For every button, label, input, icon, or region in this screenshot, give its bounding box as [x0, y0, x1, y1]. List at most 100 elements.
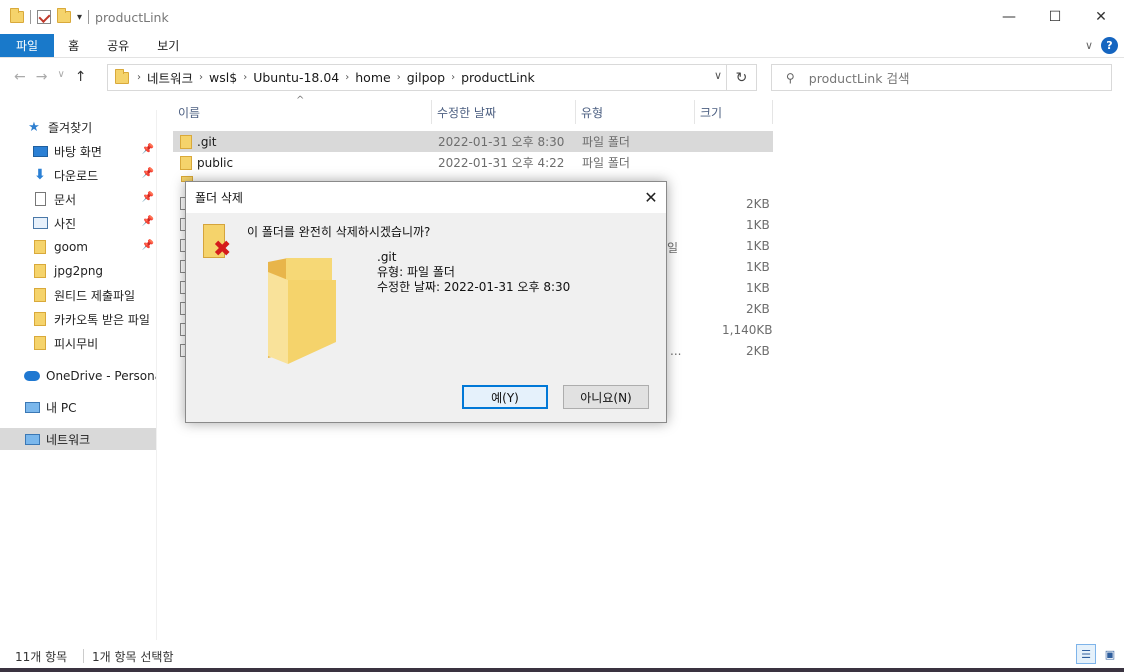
sidebar-item-label: OneDrive - Personal — [46, 369, 156, 383]
address-bar[interactable]: › 네트워크 › wsl$ › Ubuntu-18.04 › home › gi… — [107, 64, 727, 91]
pin-icon[interactable]: 📌 — [142, 240, 154, 251]
sidebar-item-this-pc[interactable]: 내 PC — [24, 396, 156, 418]
pin-icon[interactable]: 📌 — [142, 168, 154, 179]
close-button[interactable]: ✕ — [1078, 0, 1124, 34]
sidebar-item-label: 문서 — [54, 192, 77, 207]
expand-ribbon-icon[interactable]: ∨ — [1085, 39, 1093, 52]
minimize-button[interactable]: — — [986, 0, 1032, 34]
window-title: productLink — [95, 9, 169, 25]
sidebar-item-label: 바탕 화면 — [54, 144, 102, 159]
pin-icon[interactable]: 📌 — [142, 144, 154, 155]
window-controls: — ☐ ✕ — [986, 0, 1124, 34]
refresh-icon: ↻ — [735, 69, 748, 86]
sidebar-item-label: 즐겨찾기 — [48, 120, 93, 135]
breadcrumb-network[interactable]: 네트워크 — [147, 68, 193, 87]
dialog-question: 이 폴더를 완전히 삭제하시겠습니까? — [247, 225, 431, 239]
refresh-button[interactable]: ↻ — [727, 64, 757, 91]
column-label: 이름 — [178, 105, 201, 120]
download-icon: ⬇ — [34, 167, 46, 183]
breadcrumb-separator-icon[interactable]: › — [243, 72, 247, 83]
breadcrumb-ubuntu[interactable]: Ubuntu-18.04 — [253, 70, 339, 85]
breadcrumb-productlink[interactable]: productLink — [461, 70, 535, 85]
breadcrumb-gilpop[interactable]: gilpop — [407, 70, 445, 85]
breadcrumb-separator-icon[interactable]: › — [199, 72, 203, 83]
folder-icon — [180, 134, 192, 149]
properties-icon[interactable] — [37, 10, 51, 24]
sidebar-item-pcmovie[interactable]: 피시무비 — [32, 332, 156, 354]
column-label: 유형 — [581, 105, 604, 120]
up-arrow-icon[interactable]: ↑ — [75, 69, 87, 85]
sidebar-item-desktop[interactable]: 바탕 화면 📌 — [32, 140, 156, 162]
pin-icon[interactable]: 📌 — [142, 192, 154, 203]
file-date: 2022-01-31 오후 4:22 — [438, 156, 565, 170]
forward-arrow-icon[interactable]: → — [36, 69, 48, 85]
folder-icon — [180, 155, 192, 170]
column-header-size[interactable]: 크기 — [695, 100, 773, 124]
column-label: 수정한 날짜 — [437, 105, 497, 120]
search-placeholder: productLink 검색 — [808, 71, 910, 86]
sidebar-item-label: goom — [54, 240, 88, 254]
recent-dropdown-icon[interactable]: ∨ — [57, 69, 64, 85]
pictures-icon — [32, 217, 48, 229]
sidebar-item-label: 내 PC — [46, 400, 77, 415]
tab-file[interactable]: 파일 — [0, 34, 55, 57]
sidebar-item-onedrive[interactable]: OneDrive - Personal — [24, 365, 156, 387]
file-type: 파일 폴더 — [582, 156, 630, 170]
help-icon[interactable]: ? — [1101, 37, 1118, 54]
folder-icon[interactable] — [10, 8, 24, 23]
breadcrumb-separator-icon[interactable]: › — [397, 72, 401, 83]
pc-icon — [24, 401, 40, 413]
details-view-icon[interactable]: ☰ — [1076, 644, 1096, 664]
column-header-row: 이름 수정한 날짜 유형 크기 — [173, 100, 777, 124]
sidebar-item-pictures[interactable]: 사진 📌 — [32, 212, 156, 234]
sidebar-item-downloads[interactable]: ⬇ 다운로드 📌 — [32, 164, 156, 186]
tab-share[interactable]: 공유 — [93, 34, 143, 57]
breadcrumb-separator-icon[interactable]: › — [137, 72, 141, 83]
column-header-date[interactable]: 수정한 날짜 — [432, 100, 576, 124]
sidebar-item-favorites[interactable]: ★ 즐겨찾기 — [26, 116, 154, 138]
new-folder-icon[interactable] — [57, 8, 71, 23]
yes-button[interactable]: 예(Y) — [462, 385, 548, 409]
breadcrumb-separator-icon[interactable]: › — [451, 72, 455, 83]
large-icons-view-icon[interactable]: ▣ — [1100, 644, 1120, 664]
folder-icon — [34, 288, 46, 302]
file-size: 2KB — [746, 344, 770, 358]
column-header-name[interactable]: 이름 — [173, 100, 432, 124]
document-icon — [34, 192, 46, 206]
sidebar-item-kakaotalk[interactable]: 카카오톡 받은 파일 — [32, 308, 156, 330]
breadcrumb-wsl[interactable]: wsl$ — [209, 70, 237, 85]
tab-view[interactable]: 보기 — [143, 34, 193, 57]
search-input[interactable]: ⚲ productLink 검색 — [771, 64, 1112, 91]
column-header-type[interactable]: 유형 — [576, 100, 695, 124]
sidebar-item-jpg2png[interactable]: jpg2png — [32, 260, 156, 282]
sidebar-item-label: 사진 — [54, 216, 77, 231]
table-row[interactable]: .git 2022-01-31 오후 8:30 파일 폴더 — [173, 131, 773, 152]
table-row[interactable]: public 2022-01-31 오후 4:22 파일 폴더 — [173, 152, 773, 173]
breadcrumb-separator-icon[interactable]: › — [345, 72, 349, 83]
sidebar-item-wanted[interactable]: 원티드 제출파일 — [32, 284, 156, 306]
back-arrow-icon[interactable]: ← — [14, 69, 26, 85]
sidebar-item-label: 네트워크 — [46, 432, 91, 447]
tab-home[interactable]: 홈 — [54, 34, 93, 57]
file-name: public — [197, 155, 234, 170]
file-size: 1KB — [746, 218, 770, 232]
sidebar-item-network[interactable]: 네트워크 — [0, 428, 156, 450]
file-type: 파일 폴더 — [582, 135, 630, 149]
desktop-icon — [32, 145, 48, 157]
ribbon-tabs: 파일 홈 공유 보기 ∨ ? — [0, 34, 1124, 58]
dialog-close-button[interactable]: ✕ — [636, 182, 666, 213]
dialog-title: 폴더 삭제 — [195, 191, 243, 205]
breadcrumb-home[interactable]: home — [355, 70, 390, 85]
no-button[interactable]: 아니요(N) — [563, 385, 649, 409]
pin-icon[interactable]: 📌 — [142, 216, 154, 227]
dialog-title-bar: 폴더 삭제 ✕ — [186, 182, 666, 213]
file-size: 1,140KB — [722, 323, 773, 337]
network-icon — [24, 433, 40, 445]
sidebar-item-documents[interactable]: 문서 📌 — [32, 188, 156, 210]
file-type: 일 — [667, 241, 679, 255]
sidebar-item-goom[interactable]: goom 📌 — [32, 236, 156, 258]
large-folder-icon — [268, 258, 336, 364]
customize-toolbar-icon[interactable]: ▾ — [77, 12, 82, 23]
address-dropdown-icon[interactable]: ∨ — [714, 69, 722, 82]
maximize-button[interactable]: ☐ — [1032, 0, 1078, 34]
